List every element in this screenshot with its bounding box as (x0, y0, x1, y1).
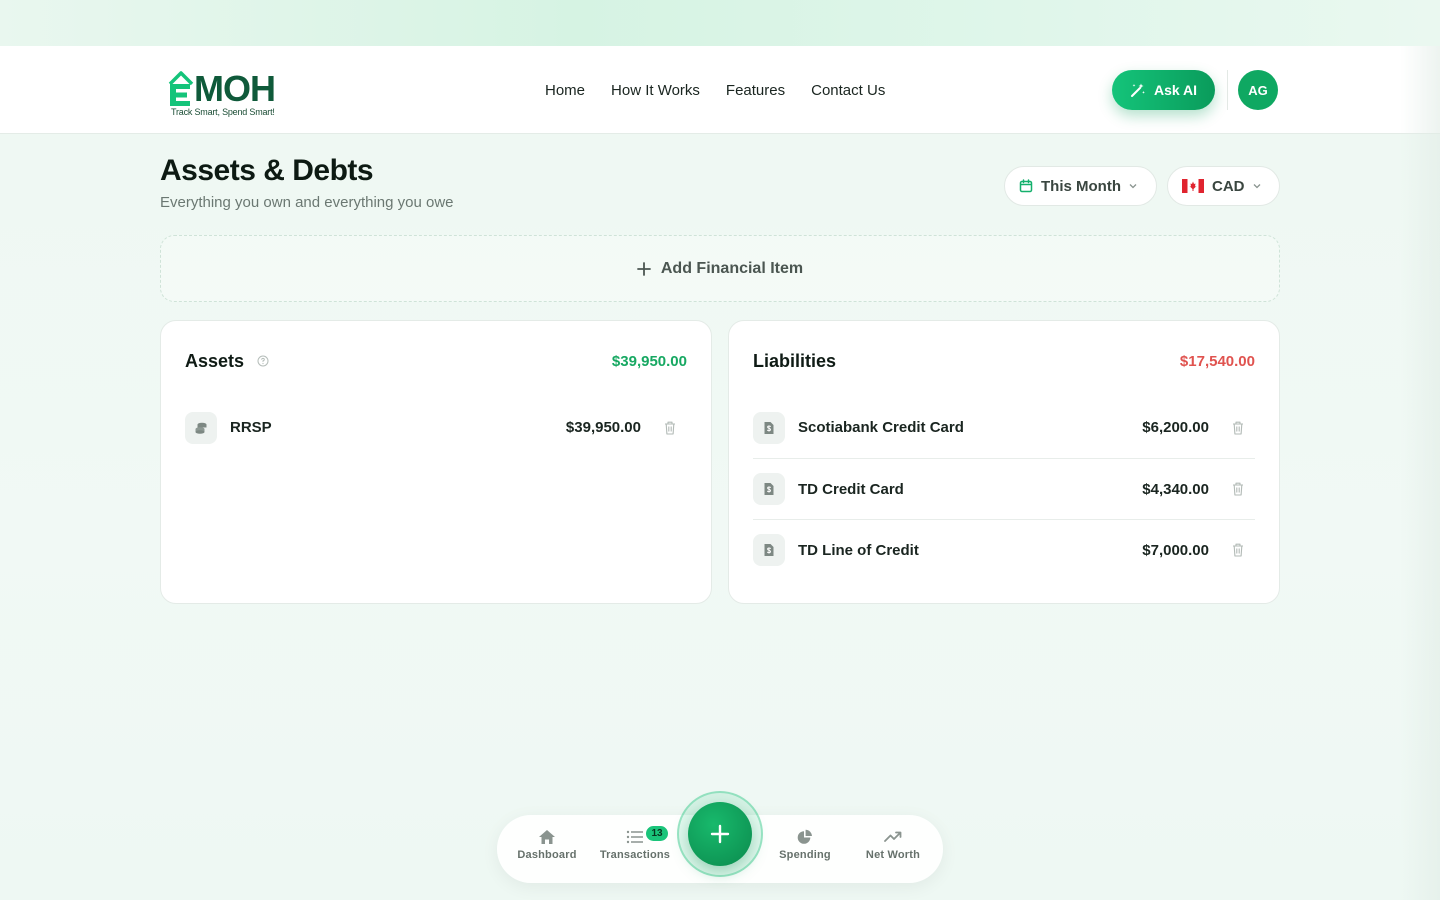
asset-amount: $39,950.00 (565, 419, 641, 436)
liability-row[interactable]: Scotiabank Credit Card $6,200.00 (753, 397, 1255, 458)
trash-icon[interactable] (1231, 420, 1245, 436)
bill-icon (764, 483, 774, 495)
top-banner-strip (0, 0, 1440, 46)
page-title: Assets & Debts (160, 154, 374, 187)
liability-name: TD Credit Card (798, 480, 904, 498)
chevron-down-icon (1129, 184, 1137, 189)
liabilities-total: $17,540.00 (1179, 353, 1255, 370)
trending-up-icon (884, 831, 902, 842)
trash-icon[interactable] (1231, 481, 1245, 497)
add-financial-item-label: Add Financial Item (660, 259, 804, 277)
liability-amount: $4,340.00 (1142, 480, 1209, 498)
pie-chart-icon (797, 829, 812, 844)
liabilities-card: Liabilities $17,540.00 Scotiabank Credit… (728, 320, 1280, 604)
house-logo-icon (168, 71, 194, 106)
coins-icon (195, 422, 207, 434)
user-avatar[interactable]: AG (1238, 70, 1278, 110)
ask-ai-button[interactable]: Ask AI (1112, 70, 1215, 110)
brand-logo[interactable]: MOH Track Smart, Spend Smart! (168, 68, 286, 118)
canada-flag-icon (1182, 179, 1204, 193)
liability-row[interactable]: TD Credit Card $4,340.00 (753, 458, 1255, 519)
bottom-tab-net-worth-label: Net Worth (865, 849, 921, 861)
liabilities-list: Scotiabank Credit Card $6,200.00 TD Cred… (753, 397, 1255, 580)
nav-divider (1227, 70, 1228, 110)
asset-name: RRSP (230, 419, 272, 436)
currency-select[interactable]: CAD (1167, 166, 1280, 206)
liability-amount: $7,000.00 (1142, 541, 1209, 559)
bottom-tab-dashboard-label: Dashboard (517, 849, 577, 861)
plus-icon (636, 261, 651, 276)
page-subtitle: Everything you own and everything you ow… (160, 194, 454, 211)
liabilities-title: Liabilities (753, 351, 837, 371)
help-icon[interactable] (257, 355, 269, 367)
bottom-tab-spending[interactable]: Spending (760, 829, 850, 861)
main-nav: Home How It Works Features Contact Us (545, 46, 885, 134)
asset-row[interactable]: RRSP $39,950.00 (185, 397, 687, 458)
assets-card: Assets $39,950.00 RRSP $39,950.00 (160, 320, 712, 604)
nav-link-contact-us[interactable]: Contact Us (811, 82, 885, 99)
home-icon (539, 830, 555, 844)
brand-tagline: Track Smart, Spend Smart! (171, 107, 275, 117)
assets-total: $39,950.00 (611, 353, 687, 370)
side-shadow (1400, 46, 1440, 900)
bottom-tab-net-worth[interactable]: Net Worth (848, 829, 938, 861)
liability-name: TD Line of Credit (798, 541, 919, 559)
trash-icon[interactable] (663, 420, 677, 436)
brand-name: MOH (194, 68, 276, 109)
add-transaction-fab[interactable] (688, 802, 752, 866)
magic-wand-icon (1130, 83, 1145, 97)
plus-icon (710, 824, 730, 844)
liability-name: Scotiabank Credit Card (798, 419, 964, 436)
bottom-tab-dashboard[interactable]: Dashboard (502, 829, 592, 861)
bill-icon (764, 544, 774, 556)
ask-ai-label: Ask AI (1153, 82, 1198, 98)
nav-link-features[interactable]: Features (726, 82, 785, 99)
transactions-count-badge: 13 (646, 826, 668, 841)
currency-select-value: CAD (1212, 177, 1245, 195)
bill-icon (764, 421, 774, 434)
nav-link-home[interactable]: Home (545, 82, 585, 99)
trash-icon[interactable] (1231, 542, 1245, 558)
top-navbar: MOH Track Smart, Spend Smart! Home How I… (0, 46, 1440, 134)
add-financial-item-button[interactable]: Add Financial Item (160, 235, 1280, 302)
bottom-tab-transactions-label: Transactions (599, 849, 671, 861)
liability-row[interactable]: TD Line of Credit $7,000.00 (753, 519, 1255, 580)
calendar-icon (1019, 179, 1033, 193)
chevron-down-icon (1253, 184, 1260, 189)
period-select[interactable]: This Month (1004, 166, 1157, 206)
list-icon (626, 830, 643, 844)
assets-list: RRSP $39,950.00 (185, 397, 687, 458)
period-select-value: This Month (1041, 177, 1121, 195)
assets-title: Assets (185, 351, 245, 371)
liability-amount: $6,200.00 (1142, 419, 1209, 436)
bottom-tab-spending-label: Spending (779, 849, 831, 861)
nav-link-how-it-works[interactable]: How It Works (611, 82, 700, 99)
